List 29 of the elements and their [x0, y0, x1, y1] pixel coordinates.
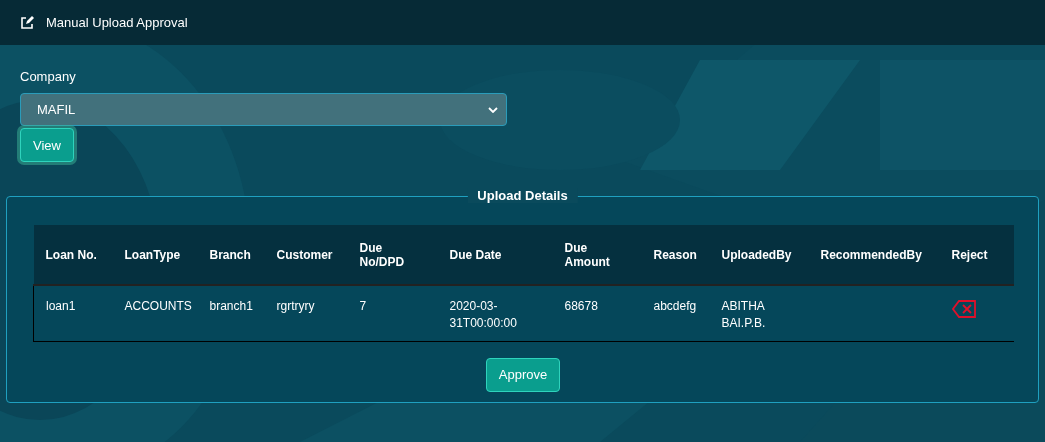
edit-icon [20, 15, 34, 30]
column-header: Due Amount [564, 240, 610, 269]
column-header: UploadedBy [721, 247, 792, 262]
column-header: Due Date [449, 247, 502, 262]
reject-icon[interactable] [951, 300, 976, 318]
approve-button[interactable]: Approve [485, 357, 561, 392]
table-cell: branch1 [209, 299, 253, 313]
table-cell: abcdefg [653, 299, 697, 313]
table-cell: loan1 [46, 299, 76, 313]
column-header: Reason [653, 247, 697, 262]
table-cell: ABITHA BAI.P.B. [721, 299, 766, 330]
page-title: Manual Upload Approval [46, 15, 188, 30]
company-select[interactable]: MAFIL [20, 93, 507, 126]
table-cell: ACCOUNTS [124, 299, 192, 313]
section-title: Upload Details [467, 188, 578, 203]
field-label: Company [20, 69, 76, 84]
column-header: LoanType [124, 247, 181, 262]
view-button[interactable]: View [20, 128, 74, 162]
chevron-down-icon [488, 106, 498, 113]
column-header: Branch [209, 247, 251, 262]
column-header: Loan No. [45, 247, 97, 262]
table-cell: 68678 [564, 299, 598, 313]
table-cell: rgrtryry [276, 299, 315, 313]
column-header: Customer [276, 247, 333, 262]
column-header: Due No/DPD [359, 240, 405, 269]
column-header: Reject [951, 247, 988, 262]
table-cell: 2020-03-31T00:00:00 [449, 299, 517, 330]
column-header: RecommendedBy [820, 247, 922, 262]
table-cell: 7 [359, 299, 367, 313]
